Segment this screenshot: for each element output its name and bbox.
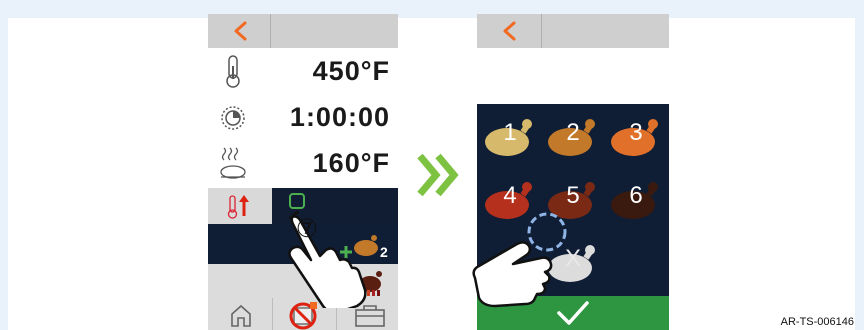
- doneness-label: 1: [503, 119, 517, 146]
- home-icon[interactable]: [226, 298, 256, 330]
- temperature-value: 450°F: [312, 56, 390, 86]
- doneness-badge-count: 2: [380, 244, 388, 260]
- header-divider: [270, 14, 271, 48]
- reference-code: AR-TS-006146: [780, 316, 854, 328]
- temperature-row[interactable]: 450°F: [208, 48, 398, 94]
- steam-chicken-icon: [220, 147, 246, 179]
- back-arrow-icon[interactable]: [230, 20, 252, 42]
- timer-icon: [221, 106, 245, 130]
- probe-temperature-row[interactable]: 160°F: [208, 140, 398, 186]
- doneness-label: 4: [503, 182, 517, 209]
- doneness-option-1[interactable]: 1: [479, 106, 541, 168]
- doneness-option-6[interactable]: 6: [605, 169, 667, 231]
- step-number: ⑦: [295, 215, 319, 243]
- cook-settings-panel: 450°F 1:00:00 160°F: [208, 48, 398, 188]
- hand-pointer-icon: [472, 212, 567, 308]
- header-divider: [541, 14, 542, 48]
- left-header-bar: [208, 14, 398, 48]
- doneness-option-3[interactable]: 3: [605, 106, 667, 168]
- doneness-label: 2: [566, 119, 580, 146]
- step-number-badge: ⑦: [287, 210, 327, 250]
- thermometer-icon: [226, 55, 240, 88]
- double-chevron-icon: [417, 153, 459, 197]
- probe-temperature-value: 160°F: [312, 148, 390, 178]
- doneness-label: 5: [566, 182, 580, 209]
- right-header-bar: [477, 14, 669, 48]
- doneness-option-2[interactable]: 2: [542, 106, 604, 168]
- back-arrow-icon[interactable]: [499, 20, 521, 42]
- time-row[interactable]: 1:00:00: [208, 94, 398, 140]
- doneness-label: 3: [629, 119, 643, 146]
- selection-display-area: [477, 48, 669, 104]
- doneness-label: 6: [629, 182, 643, 209]
- time-value: 1:00:00: [289, 102, 390, 132]
